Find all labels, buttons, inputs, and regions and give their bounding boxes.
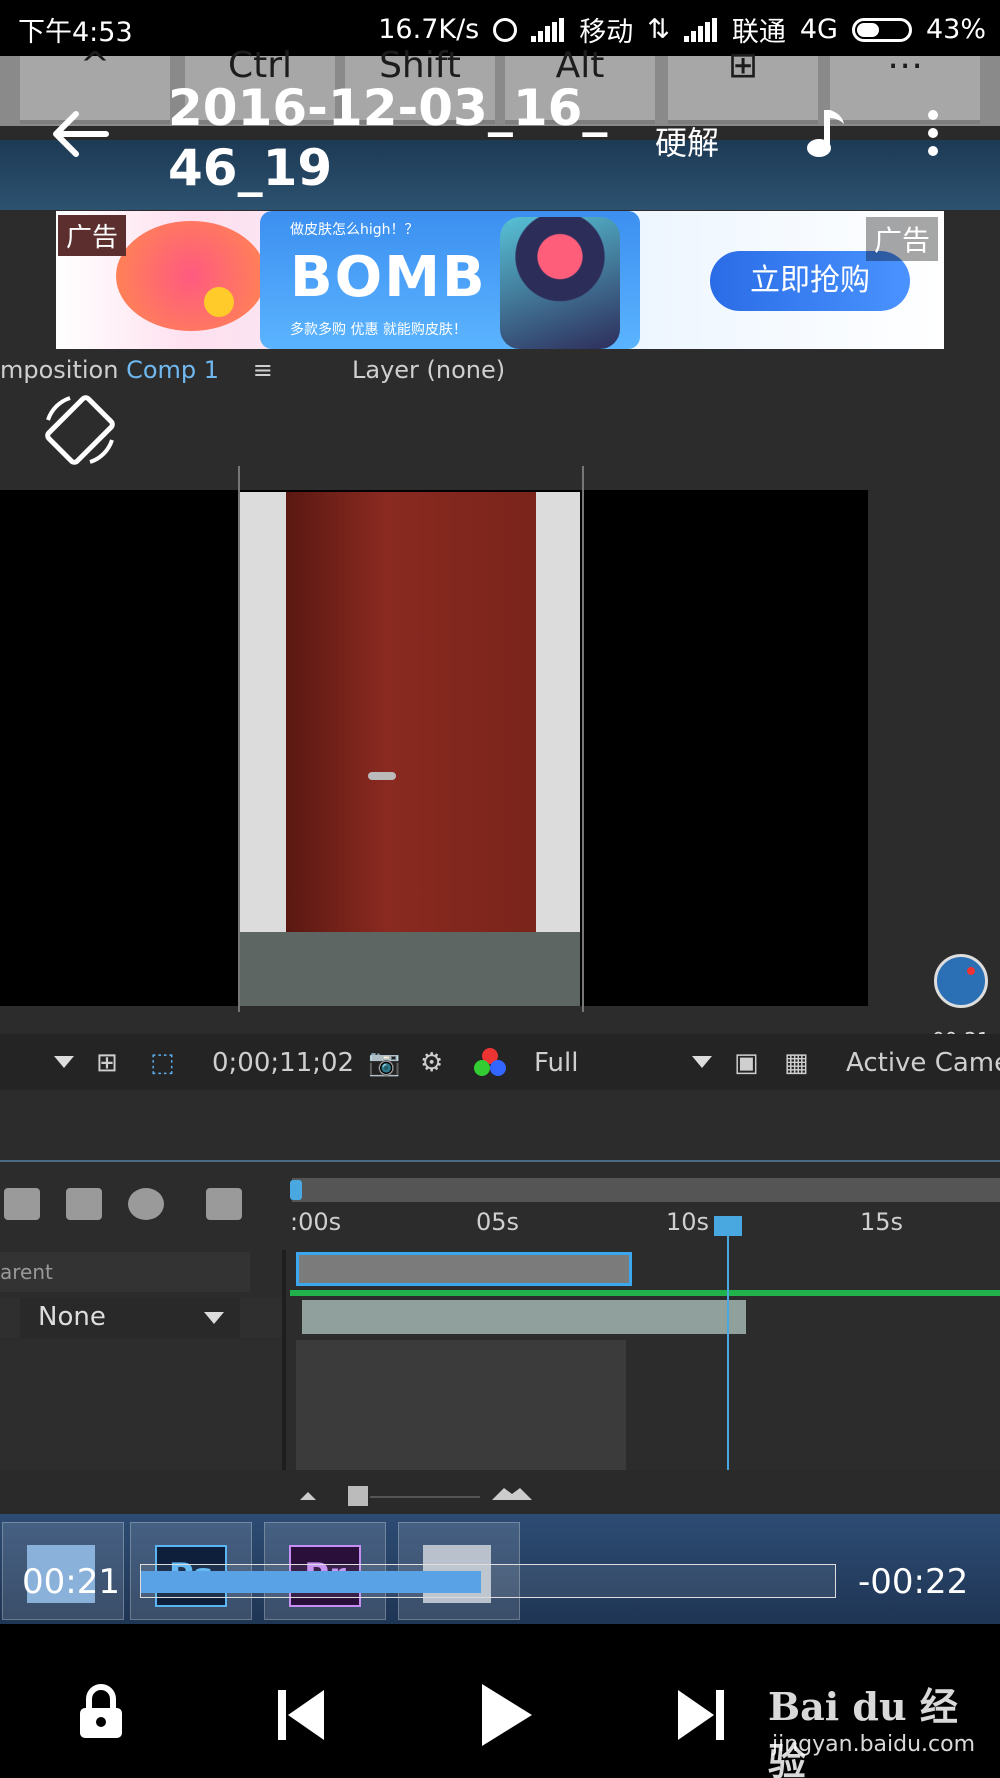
- viewer-toolbar: ⊞ ⬚ 0;00;11;02 📷 ⚙ Full ▣ ▦ Active Camer…: [0, 1034, 1000, 1090]
- parent-header: arent: [0, 1252, 250, 1292]
- video-frame: [240, 492, 580, 1006]
- ad-banner[interactable]: 做皮肤怎么high！？ BOMB 多款多购 优惠 就能购皮肤！ 立即抢购 广告 …: [56, 211, 944, 349]
- resolution-dropdown-icon[interactable]: [692, 1056, 712, 1068]
- shy-icon[interactable]: [4, 1188, 40, 1220]
- watermark-url: jingyan.baidu.com: [772, 1732, 976, 1757]
- time-ruler[interactable]: [292, 1178, 1000, 1202]
- video-title: 2016-12-03_16_46_19: [168, 79, 608, 197]
- render-status-bar: [290, 1290, 1000, 1296]
- layer-duration-bar[interactable]: [302, 1300, 746, 1334]
- region-of-interest-icon[interactable]: ▣: [734, 1048, 759, 1078]
- timeline-track-panel: [296, 1340, 626, 1470]
- play-icon[interactable]: [478, 1682, 534, 1748]
- menu-icon: ≡: [252, 356, 273, 384]
- status-time: 下午4:53: [18, 17, 133, 48]
- comp-name: Comp 1: [126, 356, 220, 384]
- tick-10s: 10s: [666, 1208, 710, 1236]
- ad-tagline: 做皮肤怎么high！？: [290, 222, 419, 238]
- chevron-down-icon: [204, 1312, 224, 1324]
- current-time: 00:21: [22, 1562, 120, 1602]
- music-note-icon[interactable]: [806, 108, 846, 158]
- timeline-switches: [0, 1180, 290, 1230]
- resolution-select[interactable]: Full: [534, 1048, 578, 1078]
- region-icon[interactable]: ⊞: [96, 1048, 118, 1078]
- zoom-slider-icon[interactable]: [300, 1476, 540, 1506]
- work-area-bar[interactable]: [296, 1252, 632, 1286]
- tick-0s: :00s: [290, 1208, 342, 1236]
- snapshot-icon[interactable]: 📷: [368, 1048, 400, 1078]
- data-arrows-icon: ⇅: [647, 14, 670, 45]
- watermark-logo: Bai du 经验: [768, 1684, 958, 1778]
- ad-subtitle: 多款多购 优惠 就能购皮肤！: [290, 322, 467, 338]
- parent-dropdown[interactable]: None: [20, 1298, 240, 1338]
- frame-blend-icon[interactable]: [66, 1188, 102, 1220]
- timeline-divider: [282, 1250, 286, 1470]
- work-area-start-handle[interactable]: [290, 1180, 302, 1200]
- alarm-icon: [493, 17, 518, 42]
- current-time-line: [727, 1226, 729, 1470]
- floor-image: [240, 932, 580, 1006]
- carrier-2: 联通: [731, 17, 786, 48]
- ad-decoration: [116, 221, 266, 331]
- tick-15s: 15s: [860, 1208, 904, 1236]
- arrow-left-icon[interactable]: [50, 110, 110, 158]
- ad-character-image: [500, 217, 620, 349]
- seek-bar-progress: [141, 1571, 482, 1593]
- status-bar: 下午4:53 16.7K/s 移动 ⇅ 联通 4G 43%: [0, 0, 1000, 56]
- panel-separator: [0, 1160, 1000, 1162]
- network-speed: 16.7K/s: [378, 14, 480, 45]
- graph-editor-icon[interactable]: [206, 1188, 242, 1220]
- composition-tab: mposition Comp 1 ≡: [0, 356, 273, 384]
- lock-icon[interactable]: [78, 1684, 124, 1740]
- network-type: 4G: [799, 14, 838, 45]
- baidu-watermark: Bai du 经验 jingyan.baidu.com: [768, 1676, 975, 1778]
- screen-rotate-icon[interactable]: [40, 390, 120, 470]
- layer-tab: Layer (none): [352, 356, 506, 384]
- door-image: [286, 492, 536, 948]
- show-snapshot-icon[interactable]: ⚙: [420, 1048, 443, 1078]
- remaining-time: -00:22: [858, 1562, 969, 1602]
- ad-card: 做皮肤怎么high！？ BOMB 多款多购 优惠 就能购皮肤！: [260, 211, 640, 349]
- ad-label: 广告: [58, 215, 127, 256]
- dropdown-icon[interactable]: [54, 1056, 74, 1068]
- mask-icon[interactable]: ⬚: [150, 1048, 175, 1078]
- key-windows: ⊞: [668, 48, 818, 124]
- transparency-grid-icon[interactable]: ▦: [784, 1048, 809, 1078]
- ad-decoration-dot: [204, 287, 234, 317]
- skip-previous-icon[interactable]: [276, 1688, 326, 1742]
- skip-next-icon[interactable]: [676, 1688, 726, 1742]
- layer-list-panel: [0, 1340, 282, 1470]
- hardware-decode-toggle[interactable]: 硬解: [655, 118, 719, 164]
- record-icon[interactable]: [934, 954, 988, 1008]
- motion-blur-icon[interactable]: [128, 1188, 164, 1220]
- key-more: ⋯: [830, 48, 980, 124]
- more-vert-icon[interactable]: [928, 110, 940, 158]
- signal-icon: [531, 17, 565, 42]
- tick-5s: 05s: [476, 1208, 520, 1236]
- color-channels-icon[interactable]: [474, 1048, 506, 1080]
- camera-view-select[interactable]: Active Camera: [846, 1048, 1000, 1078]
- status-right: 16.7K/s 移动 ⇅ 联通 4G 43%: [378, 10, 986, 49]
- signal-icon-2: [683, 17, 718, 42]
- screen: 下午4:53 16.7K/s 移动 ⇅ 联通 4G 43% ^ Ctrl Shi…: [0, 0, 1000, 1778]
- timecode[interactable]: 0;00;11;02: [212, 1048, 354, 1078]
- carrier-1: 移动: [579, 17, 634, 48]
- frame-guide-right: [582, 466, 584, 1012]
- door-handle: [368, 772, 396, 780]
- seek-bar[interactable]: [140, 1564, 836, 1598]
- battery-level: 43%: [925, 14, 986, 45]
- ad-brand: BOMB: [290, 245, 487, 310]
- ad-label-right: 广告: [865, 217, 938, 261]
- battery-icon: [851, 17, 912, 42]
